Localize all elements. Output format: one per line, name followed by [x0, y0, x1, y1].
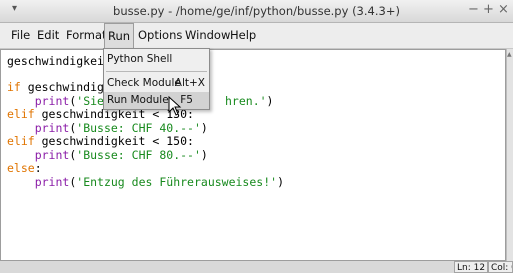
run-menu-dropdown: Python Shell Check Module Alt+X Run Modu… — [103, 48, 210, 110]
menu-format[interactable]: Format — [63, 23, 110, 48]
menu-item-check-module[interactable]: Check Module Alt+X — [104, 75, 209, 92]
menu-item-python-shell[interactable]: Python Shell — [104, 51, 209, 68]
menu-item-run-module[interactable]: Run Module F5 — [104, 92, 209, 109]
status-line: Ln: 12 — [454, 261, 488, 273]
window-title: busse.py - /home/ge/inf/python/busse.py … — [113, 4, 400, 18]
menu-edit[interactable]: Edit — [34, 23, 62, 48]
mouse-pointer-icon — [168, 96, 182, 116]
scroll-up-icon[interactable]: ▲ — [507, 51, 512, 58]
close-icon[interactable]: × — [498, 2, 509, 17]
status-column: Col: 0 — [488, 261, 513, 273]
code-editor[interactable]: geschwindigkeit if geschwindigk print('S… — [0, 49, 506, 261]
menu-window[interactable]: Window — [182, 23, 233, 48]
status-bar: Ln: 12 Col: 0 — [0, 261, 513, 273]
check-module-shortcut: Alt+X — [174, 77, 205, 89]
code-line-1: geschwindigkeit — [7, 54, 111, 68]
code-line-10: print('Entzug des Führerausweises!') — [34, 175, 284, 189]
code-line-4-tail: hren.') — [225, 94, 274, 108]
menu-separator — [106, 71, 207, 72]
minimize-icon[interactable]: − — [468, 2, 479, 17]
title-bar: ▾ busse.py - /home/ge/inf/python/busse.p… — [0, 0, 513, 23]
menu-options[interactable]: Options — [135, 23, 185, 48]
menu-run[interactable]: Run — [104, 23, 135, 48]
menu-file[interactable]: File — [8, 23, 33, 48]
menu-bar: File Edit Format Run Options Window Help — [0, 23, 513, 49]
maximize-icon[interactable]: + — [483, 2, 494, 17]
run-module-shortcut: F5 — [180, 94, 193, 106]
vertical-scrollbar[interactable]: ▲ — [506, 49, 513, 261]
menu-help[interactable]: Help — [227, 23, 259, 48]
